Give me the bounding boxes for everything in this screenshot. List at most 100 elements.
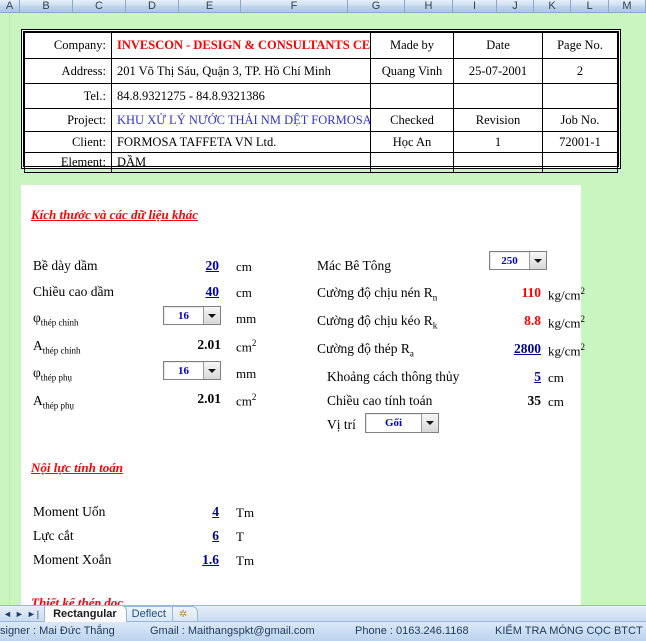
status-designer: signer : Mai Đức Thắng xyxy=(0,625,115,637)
column-header-c[interactable]: C xyxy=(73,0,126,12)
field-label-khoang-cach: Khoảng cách thông thủy xyxy=(327,369,460,384)
phi-subscript-main: thép chính xyxy=(40,317,79,328)
made-by-spacer xyxy=(370,83,454,109)
sheet-nav-buttons[interactable]: ◄ ► ►| xyxy=(0,606,44,622)
rk-label-text: Cường độ chịu kéo R xyxy=(317,313,433,328)
field-value-ra[interactable]: 2800 xyxy=(476,341,541,357)
column-header-g[interactable]: G xyxy=(348,0,405,12)
status-bar: signer : Mai Đức Thắng Gmail : Maithangs… xyxy=(0,621,646,641)
checked-value: Học An xyxy=(370,131,454,153)
field-unit-chieu-cao-dam: cm xyxy=(236,285,252,300)
combo-mac-be-tong[interactable]: 250 xyxy=(489,251,547,270)
a-symbol-sub: A xyxy=(33,393,43,408)
company-value: INVESCON - DESIGN & CONSULTANTS CENTER xyxy=(117,38,371,52)
field-label-a-thep-chinh: Athép chính xyxy=(33,338,81,356)
column-header-d[interactable]: D xyxy=(126,0,179,12)
field-label-a-thep-phu: Athép phụ xyxy=(33,393,74,411)
combo-value-phi-thep-chinh: 16 xyxy=(178,309,189,322)
combo-vi-tri[interactable]: Gối xyxy=(365,413,439,433)
field-value-chieu-cao-dam[interactable]: 40 xyxy=(171,284,220,300)
nav-first-icon[interactable]: ◄ xyxy=(2,609,14,619)
tel-label: Tel.: xyxy=(24,83,112,109)
nav-last-icon[interactable]: ►| xyxy=(26,609,41,619)
column-header-h[interactable]: H xyxy=(405,0,453,12)
status-phone: Phone : 0163.246.1168 xyxy=(355,625,469,637)
status-gmail: Gmail : Maithangspkt@gmail.com xyxy=(150,625,315,637)
combo-phi-thep-chinh[interactable]: 16 xyxy=(163,306,221,325)
date-value: 25-07-2001 xyxy=(453,58,543,84)
field-value-rn: 110 xyxy=(521,285,541,300)
field-value-moment-uon[interactable]: 4 xyxy=(171,504,219,520)
field-label-ra: Cường độ thép Ra xyxy=(317,341,414,359)
chevron-down-icon[interactable] xyxy=(203,362,220,379)
rn-label-text: Cường độ chịu nén R xyxy=(317,285,433,300)
phi-symbol-main: φ xyxy=(33,310,41,325)
status-note: KIỂM TRA MÓNG CỌC BTCT xyxy=(495,625,643,637)
insert-worksheet-icon[interactable]: ✲ xyxy=(171,606,199,622)
company-label: Company: xyxy=(24,32,112,59)
column-header-e[interactable]: E xyxy=(179,0,241,12)
combo-phi-thep-phu[interactable]: 16 xyxy=(163,361,221,380)
combo-value-phi-thep-phu: 16 xyxy=(178,364,189,377)
column-header-a[interactable]: A xyxy=(0,0,20,12)
project-label: Project: xyxy=(24,108,112,132)
chevron-down-icon[interactable] xyxy=(529,252,546,269)
field-label-be-day-dam: Bề dày dầm xyxy=(33,258,98,273)
made-by-label: Made by xyxy=(370,32,454,59)
chevron-down-icon[interactable] xyxy=(203,307,220,324)
column-header-j[interactable]: J xyxy=(497,0,534,12)
ra-label-text: Cường độ thép R xyxy=(317,341,410,356)
field-unit-moment-xoan: Tm xyxy=(236,553,255,568)
column-header-k[interactable]: K xyxy=(534,0,571,12)
column-header-i[interactable]: I xyxy=(453,0,497,12)
sheet-tab-rectangular[interactable]: Rectangular xyxy=(44,606,127,622)
combo-value-mac-be-tong: 250 xyxy=(501,254,518,267)
field-unit-chieu-cao-tinh-toan: cm xyxy=(548,394,564,409)
column-header-l[interactable]: L xyxy=(571,0,609,12)
field-label-phi-thep-phu: φthép phụ xyxy=(33,365,72,383)
revision-label: Revision xyxy=(453,108,543,132)
rn-subscript: n xyxy=(432,292,438,303)
revision-value: 1 xyxy=(453,131,543,153)
page-no-value: 2 xyxy=(542,58,618,84)
worksheet-area[interactable]: Company: INVESCON - DESIGN & CONSULTANTS… xyxy=(0,13,646,605)
page-no-spacer xyxy=(542,83,618,109)
field-label-phi-thep-chinh: φthép chính xyxy=(33,310,79,328)
phi-subscript-sub: thép phụ xyxy=(40,372,73,383)
field-value-be-day-dam[interactable]: 20 xyxy=(171,258,220,274)
field-unit-khoang-cach: cm xyxy=(548,370,564,385)
nav-next-icon[interactable]: ► xyxy=(14,609,26,619)
phi-symbol-sub: φ xyxy=(33,365,41,380)
project-value: KHU XỬ LÝ NƯỚC THẢI NM DỆT FORMOSA xyxy=(117,112,371,127)
chevron-down-icon[interactable] xyxy=(421,414,438,432)
row-header-column xyxy=(0,13,10,605)
field-unit-phi-thep-phu: mm xyxy=(236,366,257,381)
field-unit-moment-uon: Tm xyxy=(236,505,255,520)
field-value-moment-xoan[interactable]: 1.6 xyxy=(166,552,219,568)
combo-value-vi-tri: Gối xyxy=(384,417,403,429)
sheet-tab-bar: ◄ ► ►| Rectangular Deflect ✲ xyxy=(0,605,646,622)
rk-subscript: k xyxy=(432,320,438,331)
field-value-a-thep-chinh: 2.01 xyxy=(197,337,221,352)
tel-value: 84.8.9321275 - 84.8.9321386 xyxy=(111,83,371,109)
field-value-luc-cat[interactable]: 6 xyxy=(171,528,219,544)
field-label-rn: Cường độ chịu nén Rn xyxy=(317,285,437,303)
a-symbol-main: A xyxy=(33,338,43,353)
column-header-f[interactable]: F xyxy=(241,0,348,12)
column-header-m[interactable]: M xyxy=(609,0,646,12)
title-block: Company: INVESCON - DESIGN & CONSULTANTS… xyxy=(21,29,621,173)
field-value-khoang-cach[interactable]: 5 xyxy=(481,369,541,385)
section-heading-dimensions: Kích thước và các dữ liệu khác xyxy=(31,207,198,222)
job-no-label: Job No. xyxy=(542,108,618,132)
ra-subscript: a xyxy=(409,348,414,359)
revision-spacer xyxy=(453,152,543,173)
page-no-label: Page No. xyxy=(542,32,618,59)
sheet-tab-deflect[interactable]: Deflect xyxy=(122,606,176,622)
date-spacer xyxy=(453,83,543,109)
job-no-spacer xyxy=(542,152,618,173)
column-header-b[interactable]: B xyxy=(20,0,73,12)
field-label-moment-xoan: Moment Xoắn xyxy=(33,552,112,567)
field-label-mac-be-tong: Mác Bê Tông xyxy=(317,258,391,273)
field-value-a-thep-phu: 2.01 xyxy=(197,391,221,406)
a-subscript-sub: thép phụ xyxy=(42,400,74,411)
